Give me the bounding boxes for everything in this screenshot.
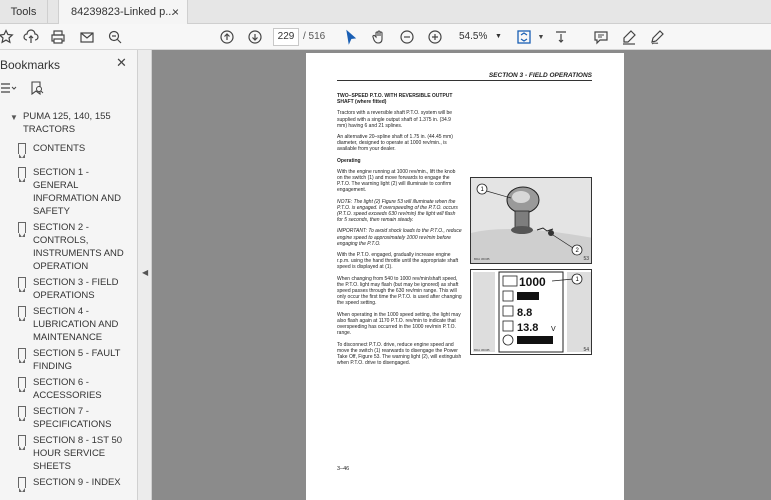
bookmark-icon [18,477,26,492]
bookmark-label: SECTION 7 - SPECIFICATIONS [33,406,112,430]
figure-code: BDA 3603B [474,348,490,352]
paragraph: With the engine running at 1000 rev/min.… [337,168,456,194]
bookmark-icon [18,435,26,450]
bookmark-label: SECTION 9 - INDEX [33,477,121,488]
subheading: Operating [337,157,361,164]
fuel-readout: 8.8 [517,307,532,319]
tab-bar: Tools 84239823-Linked p... × [0,0,771,24]
bookmark-item-contents[interactable]: CONTENTS [0,142,138,158]
zoom-search-icon[interactable] [105,27,125,47]
zoom-in-icon[interactable] [425,27,445,47]
figure-code: BDA 3603B [474,257,490,261]
bookmark-label: SECTION 5 - FAULT FINDING [33,348,121,372]
paragraph: An alternative 20–spline shaft of 1.75 i… [337,134,453,153]
zoom-level-value: 54.5% [459,31,488,42]
fit-dropdown-chevron-icon[interactable]: ▼ [531,27,551,47]
bookmark-item-section-8[interactable]: SECTION 8 - 1ST 50 HOUR SERVICE SHEETS [0,434,138,473]
zoom-out-icon[interactable] [397,27,417,47]
tab-document-label: 84239823-Linked p... [71,6,175,18]
page-down-icon[interactable] [245,27,265,47]
bookmark-search-icon[interactable] [30,81,44,98]
bookmark-label: CONTENTS [33,143,86,154]
page-number-input[interactable]: 229 [273,28,299,46]
document-viewer[interactable]: SECTION 3 - FIELD OPERATIONS TWO–SPEED P… [152,50,771,500]
bookmark-label: SECTION 6 - ACCESSORIES [33,377,102,401]
page-footer-number: 3–46 [337,466,350,472]
voltage-unit: V [551,326,556,333]
bookmark-label: SECTION 3 - FIELD OPERATIONS [33,277,119,301]
bookmark-icon [18,277,26,292]
bookmark-label: SECTION 2 - CONTROLS, INSTRUMENTS AND OP… [33,222,124,272]
bookmark-item-section-1[interactable]: SECTION 1 - GENERAL INFORMATION AND SAFE… [0,166,138,218]
bookmark-icon [18,348,26,363]
pto-switch-illustration: 1 2 [471,178,591,263]
comment-icon[interactable] [591,27,611,47]
toolbar: 229 / 516 54.5% ▼ ▼ [0,24,771,50]
bookmark-label: SECTION 1 - GENERAL INFORMATION AND SAFE… [33,167,121,217]
hand-tool-icon[interactable] [369,27,389,47]
bookmarks-title: Bookmarks [0,58,61,72]
highlight-icon[interactable] [619,27,639,47]
bookmark-item-section-3[interactable]: SECTION 3 - FIELD OPERATIONS [0,276,138,302]
mail-icon[interactable] [77,27,97,47]
bookmark-tree: ▼ PUMA 125, 140, 155 TRACTORS CONTENTS S… [0,110,138,492]
paragraph: With the P.T.O. engaged, gradually incre… [337,252,459,271]
bookmark-item-section-9[interactable]: SECTION 9 - INDEX [0,476,138,492]
voltage-readout: 13.8 [517,322,538,334]
text-column: TWO–SPEED P.T.O. WITH REVERSIBLE OUTPUT … [337,93,462,371]
important-paragraph: IMPORTANT: To avoid shock loads to the P… [337,228,462,247]
bookmarks-tools [0,80,138,100]
bookmark-icon [18,377,26,392]
bookmark-item-section-6[interactable]: SECTION 6 - ACCESSORIES [0,376,138,402]
figure-number: 54 [583,347,589,353]
upload-icon[interactable] [21,27,41,47]
tab-document[interactable]: 84239823-Linked p... × [58,0,188,24]
bookmark-icon [18,222,26,237]
bookmark-icon [18,167,26,182]
bookmark-label: SECTION 8 - 1ST 50 HOUR SERVICE SHEETS [33,435,123,472]
scroll-mode-icon[interactable] [551,27,571,47]
figure-53-pto-switch: 1 2 53 BDA 3603B [470,177,592,264]
bookmark-item-section-2[interactable]: SECTION 2 - CONTROLS, INSTRUMENTS AND OP… [0,221,138,273]
star-icon[interactable] [0,27,16,47]
close-tab-icon[interactable]: × [172,0,179,24]
print-icon[interactable] [48,27,68,47]
bookmark-icon [18,306,26,321]
paragraph: Tractors with a reversible shaft P.T.O. … [337,110,453,129]
bookmark-item-root[interactable]: ▼ PUMA 125, 140, 155 TRACTORS [0,110,138,136]
collapse-panel-icon[interactable]: ◀ [142,268,148,277]
tab-tools[interactable]: Tools [0,0,48,24]
close-icon[interactable]: ✕ [116,55,127,71]
display-panel-illustration: 1000 1 8.8 13.8 V [471,270,591,354]
figure-number: 53 [583,256,589,262]
paragraph: When operating in the 1000 speed setting… [337,311,461,337]
total-pages-label: / 516 [303,31,326,42]
bookmark-item-section-5[interactable]: SECTION 5 - FAULT FINDING [0,347,138,373]
bookmark-label: SECTION 4 - LUBRICATION AND MAINTENANCE [33,306,119,343]
bookmark-item-section-4[interactable]: SECTION 4 - LUBRICATION AND MAINTENANCE [0,305,138,344]
bookmark-item-section-7[interactable]: SECTION 7 - SPECIFICATIONS [0,405,138,431]
paragraph: To disconnect P.T.O. drive, reduce engin… [337,341,462,367]
zoom-level-select[interactable]: 54.5% ▼ [455,28,505,46]
options-menu-icon[interactable] [0,81,18,98]
bookmark-icon [18,406,26,421]
pto-speed-readout: 1000 [519,275,546,289]
chevron-down-icon: ▼ [495,33,502,40]
pdf-page: SECTION 3 - FIELD OPERATIONS TWO–SPEED P… [306,53,624,500]
expand-arrow-icon[interactable]: ▼ [10,111,18,124]
select-cursor-icon[interactable] [341,27,361,47]
bookmark-label: PUMA 125, 140, 155 TRACTORS [23,111,111,135]
note-paragraph: NOTE: The light (2) Figure 53 will illum… [337,198,458,224]
sign-icon[interactable] [647,27,667,47]
paragraph: When changing from 540 to 1000 rev/min/s… [337,275,462,307]
page-up-icon[interactable] [217,27,237,47]
figure-54-display-panel: 1000 1 8.8 13.8 V 54 BDA 3603B [470,269,592,355]
section-heading: TWO–SPEED P.T.O. WITH REVERSIBLE OUTPUT … [337,93,453,106]
bookmark-icon [18,143,26,158]
panel-splitter[interactable]: ◀ [138,50,152,500]
section-header: SECTION 3 - FIELD OPERATIONS [337,72,592,81]
bookmarks-panel: Bookmarks ✕ ▼ PUMA 125, 140, 155 TRACTOR… [0,50,138,500]
